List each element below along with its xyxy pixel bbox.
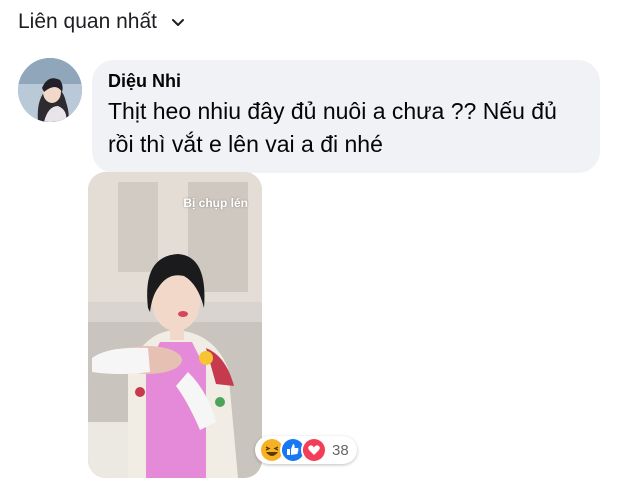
photo-caption: Bị chụp lén — [183, 196, 248, 210]
comment-text: Thịt heo nhiu đây đủ nuôi a chưa ?? Nếu … — [108, 98, 557, 157]
avatar[interactable] — [18, 58, 82, 122]
love-icon — [301, 437, 327, 463]
comment-photo[interactable]: Bị chụp lén — [88, 172, 262, 478]
chevron-down-icon — [171, 19, 184, 26]
photo-illustration — [88, 172, 262, 478]
comment-author[interactable]: Diệu Nhi — [108, 71, 584, 92]
sort-label: Liên quan nhất — [18, 10, 157, 33]
comment-bubble: Diệu Nhi Thịt heo nhiu đây đủ nuôi a chư… — [92, 60, 600, 173]
reaction-summary[interactable]: 38 — [255, 436, 357, 464]
comment-sort-dropdown[interactable]: Liên quan nhất — [18, 10, 185, 34]
reaction-count: 38 — [332, 441, 349, 459]
